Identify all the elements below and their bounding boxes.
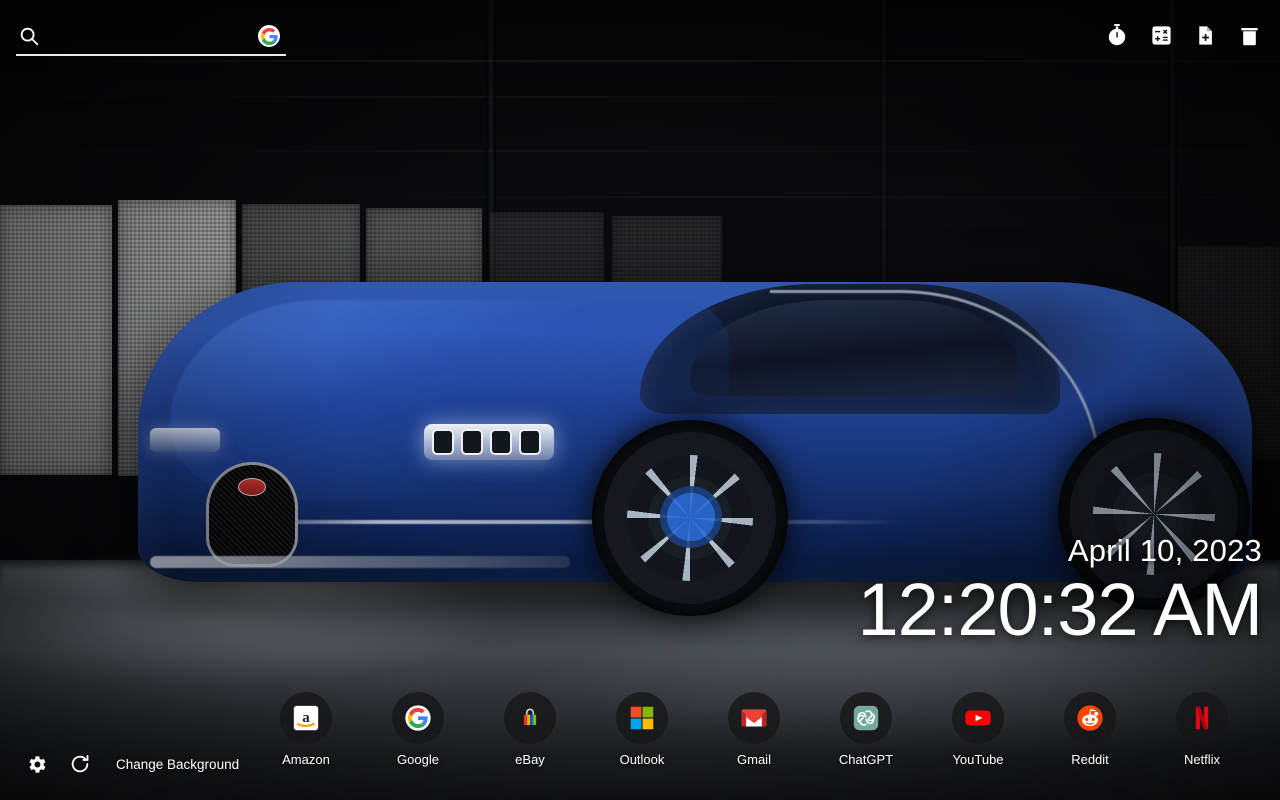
timer-icon[interactable] [1104, 22, 1130, 48]
search-icon [18, 25, 40, 47]
gmail-icon [741, 709, 767, 727]
outlook-icon [630, 706, 654, 730]
shortcut-label: Gmail [737, 752, 771, 767]
desktop-wallpaper [0, 0, 1280, 800]
shortcut-label: Outlook [619, 752, 665, 767]
note-add-icon[interactable] [1192, 22, 1218, 48]
shortcut-amazon[interactable]: a Amazon [250, 692, 362, 767]
shortcut-gmail[interactable]: Gmail [698, 692, 810, 767]
svg-text:a: a [302, 710, 310, 726]
refresh-icon[interactable] [68, 752, 92, 776]
shortcut-netflix[interactable]: Netflix [1146, 692, 1258, 767]
shortcut-label: YouTube [952, 752, 1004, 767]
shortcut-label: Reddit [1071, 752, 1109, 767]
trash-icon[interactable] [1236, 22, 1262, 48]
search-input[interactable] [40, 21, 258, 51]
amazon-icon: a [293, 705, 319, 731]
clock-widget: April 10, 2023 12:20:32 AM [857, 533, 1263, 652]
netflix-icon [1195, 706, 1209, 730]
date-display: April 10, 2023 [1067, 533, 1262, 568]
shortcut-chatgpt[interactable]: ChatGPT [810, 692, 922, 767]
tool-icon-bar [1104, 22, 1262, 48]
search-bar[interactable] [16, 18, 286, 56]
chatgpt-icon [853, 705, 879, 731]
change-background-button[interactable]: Change Background [116, 757, 239, 772]
shortcut-outlook[interactable]: Outlook [586, 692, 698, 767]
shortcut-label: Google [397, 752, 439, 767]
shortcut-ebay[interactable]: eBay [474, 692, 586, 767]
shortcut-google[interactable]: Google [362, 692, 474, 767]
shortcut-youtube[interactable]: YouTube [922, 692, 1034, 767]
google-g-icon[interactable] [258, 25, 280, 47]
gear-icon[interactable] [24, 752, 48, 776]
calculator-icon[interactable] [1148, 22, 1174, 48]
shortcut-label: ChatGPT [838, 752, 894, 767]
bottom-left-controls: Change Background [24, 752, 239, 776]
shortcut-bar: a Amazon Google eBay Outlook Gmail ChatG… [250, 692, 1265, 780]
google-icon [405, 705, 431, 731]
shortcut-reddit[interactable]: Reddit [1034, 692, 1146, 767]
reddit-icon [1077, 705, 1103, 731]
youtube-icon [965, 710, 991, 726]
shortcut-label: Amazon [282, 752, 330, 767]
shortcut-label: Netflix [1183, 752, 1221, 767]
ebay-icon [523, 708, 537, 726]
shortcut-label: eBay [515, 752, 545, 767]
time-display: 12:20:32 AM [857, 568, 1263, 652]
wallpaper-car [0, 0, 1280, 800]
